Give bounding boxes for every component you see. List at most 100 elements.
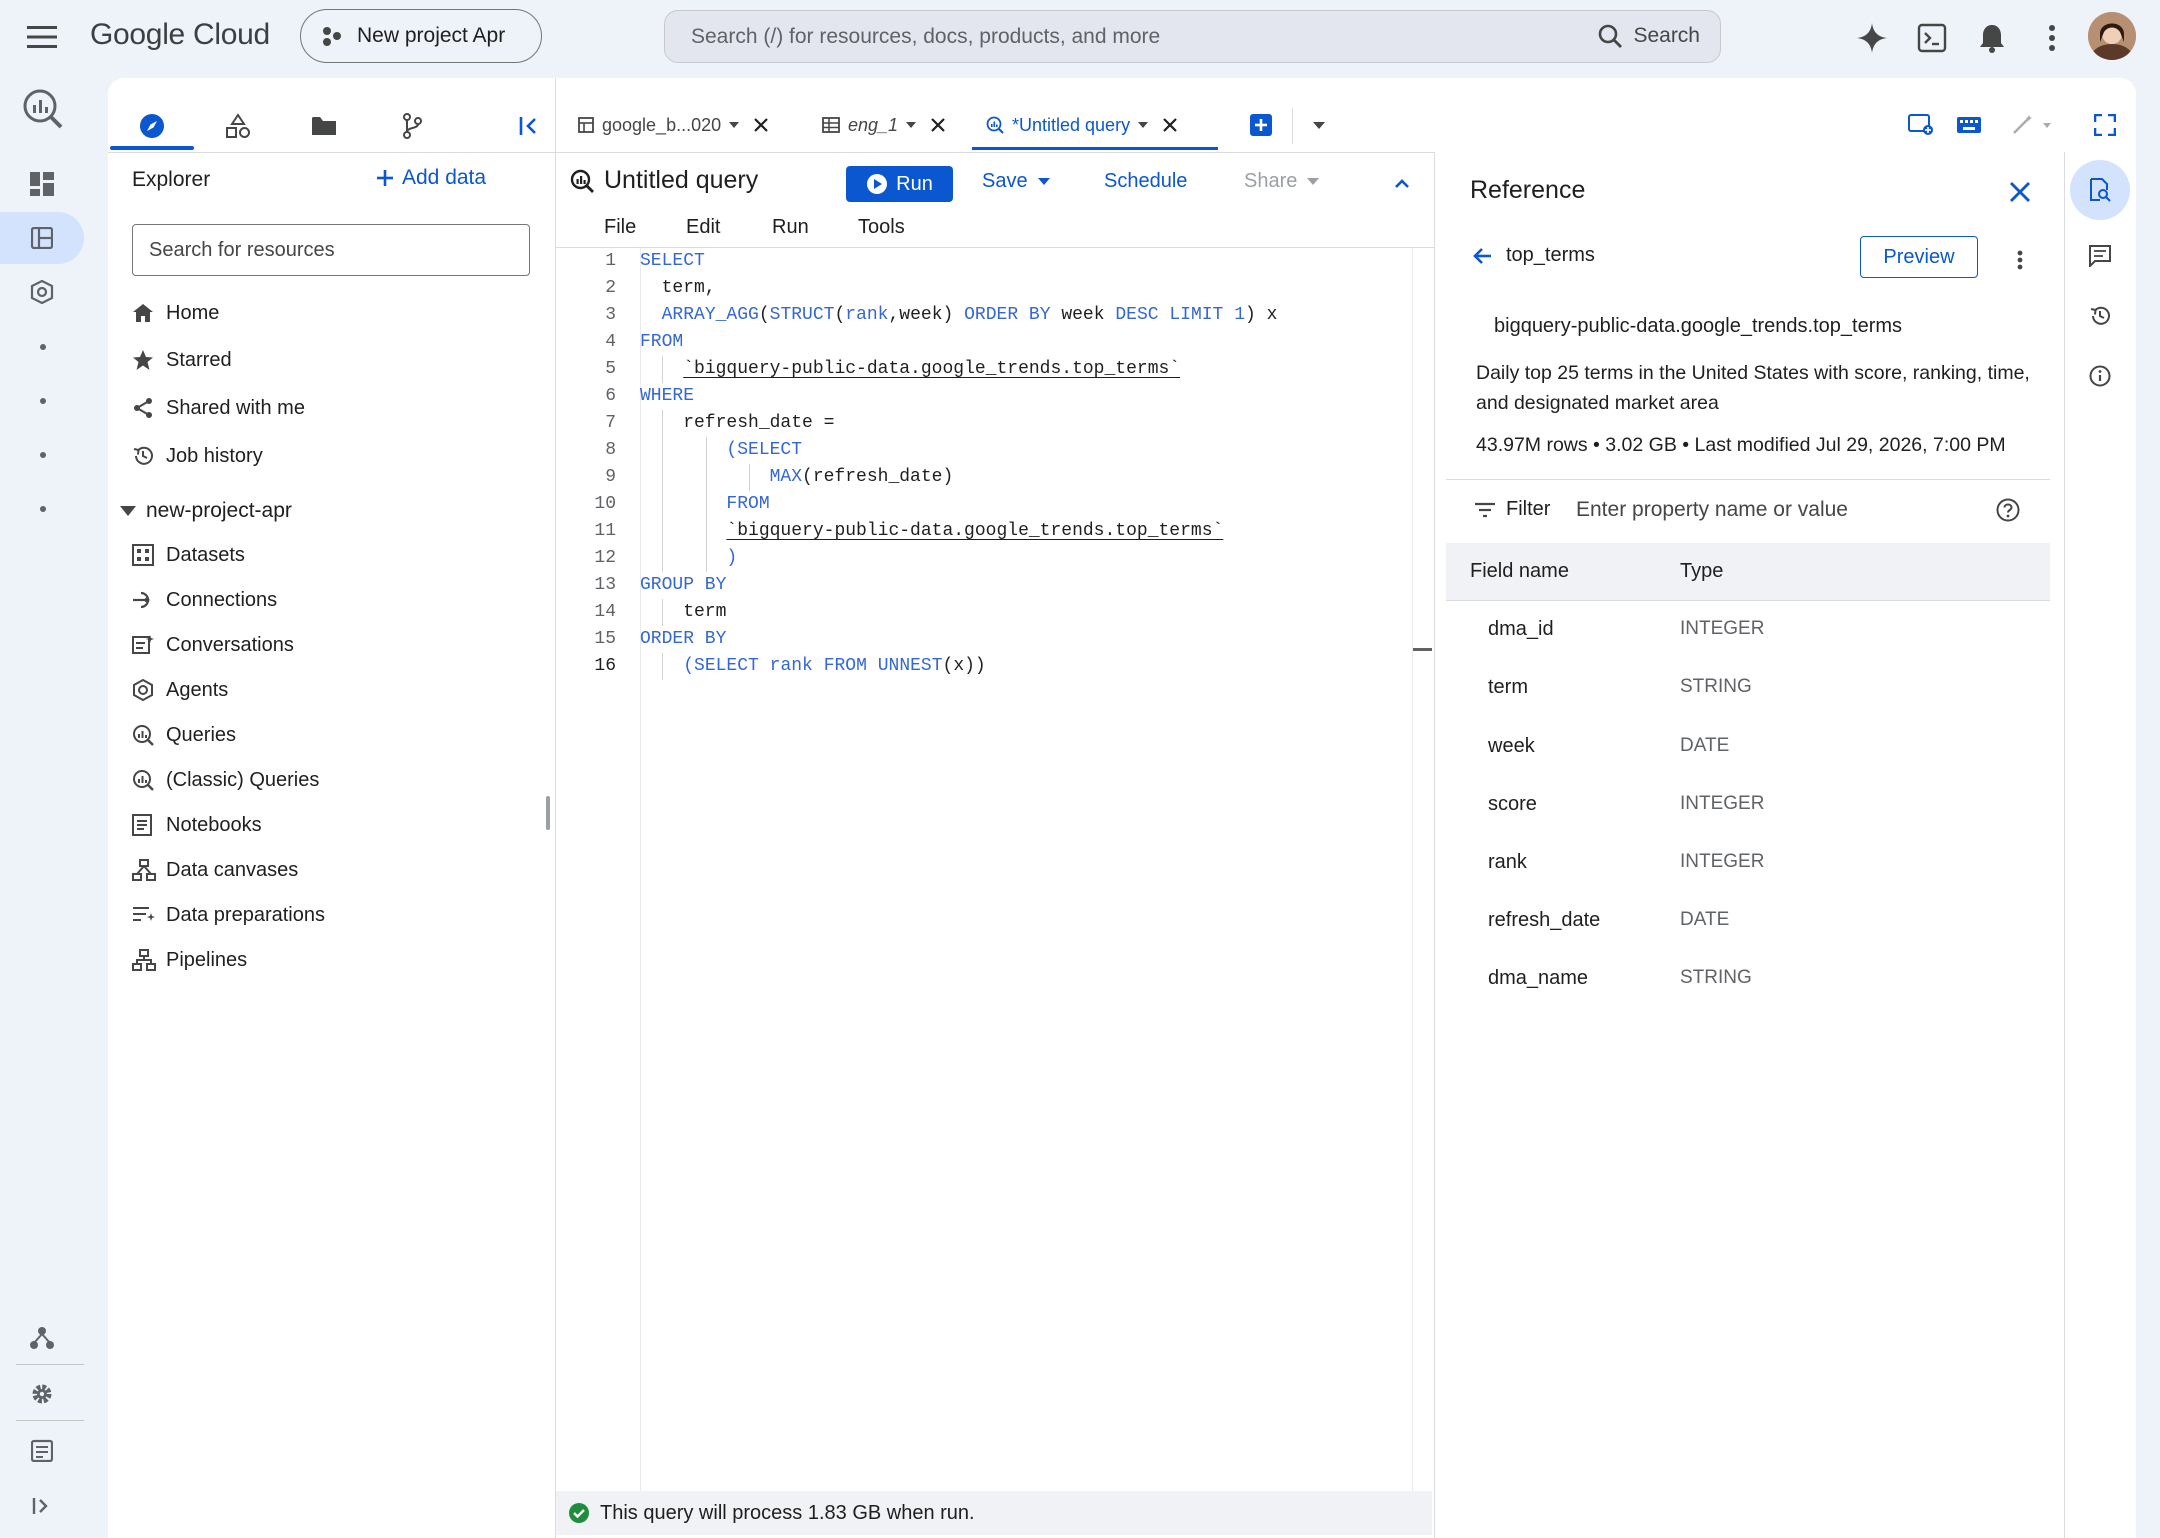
caret-down-icon[interactable] <box>1138 122 1149 128</box>
tree-item-data-preparations[interactable]: Data preparations <box>132 895 325 935</box>
explorer-tab-files[interactable] <box>282 100 366 152</box>
nav-dot-icon[interactable] <box>40 506 46 512</box>
nav-item-starred[interactable]: Starred <box>132 340 232 380</box>
schema-field-name[interactable]: refresh_date <box>1488 909 1600 932</box>
pipeline-icon <box>132 949 156 971</box>
close-tab-icon[interactable] <box>930 117 946 133</box>
nav-item-shared-with-me[interactable]: Shared with me <box>132 388 305 428</box>
tab-label: google_b...020 <box>602 114 722 135</box>
menu-tools[interactable]: Tools <box>858 216 905 239</box>
gemini-sparkle-icon[interactable] <box>1852 18 1892 58</box>
nav-item-job-history[interactable]: Job history <box>132 436 263 476</box>
menu-file[interactable]: File <box>604 216 636 239</box>
nav-dot-icon[interactable] <box>40 398 46 404</box>
cloud-shell-icon[interactable] <box>1912 18 1952 58</box>
expand-menu-icon[interactable] <box>16 1484 68 1528</box>
dashboard-nav-icon[interactable] <box>16 162 68 206</box>
keyboard-shortcuts-icon[interactable] <box>1952 110 1986 140</box>
reference-back-button[interactable]: top_terms <box>1472 244 1595 267</box>
new-query-tab-icon[interactable] <box>1246 110 1276 140</box>
governance-nav-icon[interactable] <box>16 270 68 314</box>
tab-eng-1[interactable]: eng_1 <box>822 104 946 146</box>
caret-down-icon <box>120 506 136 516</box>
tree-item-label: Pipelines <box>166 948 248 971</box>
tree-item-data-canvases[interactable]: Data canvases <box>132 850 298 890</box>
preview-button[interactable]: Preview <box>1860 236 1978 278</box>
tab-google-trends-table[interactable]: google_b...020 <box>578 104 769 146</box>
resource-search-input[interactable]: Search for resources <box>132 224 530 276</box>
info-icon[interactable] <box>2086 362 2114 390</box>
add-data-button[interactable]: Add data <box>376 166 486 190</box>
share-button[interactable]: Share <box>1244 170 1320 193</box>
project-picker-button[interactable]: New project Apr <box>300 9 542 63</box>
close-tab-icon[interactable] <box>753 117 769 133</box>
schema-field-name[interactable]: term <box>1488 676 1528 699</box>
schedule-button[interactable]: Schedule <box>1104 170 1187 193</box>
schema-field-type: STRING <box>1680 967 1752 988</box>
reference-title: Reference <box>1470 176 1586 204</box>
global-search-input[interactable]: Search (/) for resources, docs, products… <box>664 10 1721 63</box>
save-button[interactable]: Save <box>982 170 1050 193</box>
share-button-label: Share <box>1244 170 1298 192</box>
caret-down-icon[interactable] <box>906 122 917 128</box>
schema-field-name[interactable]: week <box>1488 735 1535 758</box>
tree-item-label: Datasets <box>166 543 245 566</box>
tree-item-notebooks[interactable]: Notebooks <box>132 805 262 845</box>
comments-icon[interactable] <box>2086 242 2114 270</box>
reference-more-icon[interactable] <box>2006 246 2034 274</box>
run-button[interactable]: Run <box>846 166 953 202</box>
notifications-bell-icon[interactable] <box>1972 18 2012 58</box>
release-notes-icon[interactable] <box>16 1428 68 1472</box>
query-icon <box>133 725 154 746</box>
code-line: SELECT <box>640 251 705 271</box>
schema-field-name[interactable]: dma_id <box>1488 618 1554 641</box>
project-picker-label: New project Apr <box>357 24 506 47</box>
explorer-tab-repositories[interactable] <box>370 100 454 152</box>
settings-gear-icon[interactable] <box>16 1372 68 1416</box>
table-description: Daily top 25 terms in the United States … <box>1476 362 2030 414</box>
menu-edit[interactable]: Edit <box>686 216 720 239</box>
tree-item-label: Queries <box>166 723 237 746</box>
version-history-icon[interactable] <box>2086 302 2114 330</box>
tree-item-pipelines[interactable]: Pipelines <box>132 940 247 980</box>
more-options-vertical-icon[interactable] <box>2032 18 2072 58</box>
query-validation-status: This query will process 1.83 GB when run… <box>556 1491 1432 1535</box>
nav-item-home[interactable]: Home <box>132 293 219 333</box>
explorer-tab-classic[interactable] <box>196 100 280 152</box>
tree-item-agents[interactable]: Agents <box>132 670 228 710</box>
help-icon[interactable] <box>1994 496 2022 524</box>
schema-field-name[interactable]: score <box>1488 793 1537 816</box>
schema-field-name[interactable]: dma_name <box>1488 967 1588 990</box>
tree-item-queries[interactable]: Queries <box>132 715 236 755</box>
tree-item-classic-queries[interactable]: (Classic) Queries <box>132 760 319 800</box>
split-view-icon[interactable] <box>1904 110 1938 140</box>
schema-field-name[interactable]: rank <box>1488 851 1527 874</box>
schema-filter-input[interactable]: Enter property name or value <box>1576 498 1848 522</box>
editor-scrollbar-track[interactable] <box>1412 248 1413 1491</box>
nav-dot-icon[interactable] <box>40 344 46 350</box>
project-tree-node[interactable]: new-project-apr <box>120 491 292 531</box>
menu-run[interactable]: Run <box>772 216 809 239</box>
collapse-explorer-icon[interactable] <box>512 106 548 146</box>
tree-item-connections[interactable]: Connections <box>132 580 277 620</box>
caret-down-icon[interactable] <box>729 122 740 128</box>
migration-nav-icon[interactable] <box>16 1316 68 1360</box>
tree-item-conversations[interactable]: Conversations <box>132 625 294 665</box>
bigquery-product-icon[interactable] <box>16 86 68 130</box>
global-search-button[interactable]: Search <box>1597 23 1700 49</box>
fullscreen-icon[interactable] <box>2088 110 2122 140</box>
edit-magic-icon[interactable] <box>2008 110 2058 140</box>
user-avatar[interactable] <box>2088 12 2136 60</box>
tree-item-datasets[interactable]: Datasets <box>132 535 245 575</box>
close-reference-icon[interactable] <box>2004 176 2036 208</box>
query-icon <box>570 169 594 193</box>
tab-untitled-query[interactable]: *Untitled query <box>986 104 1178 146</box>
explorer-tab-explore[interactable] <box>110 100 194 152</box>
nav-dot-icon[interactable] <box>40 452 46 458</box>
google-cloud-logo[interactable]: Google Cloud <box>90 18 270 52</box>
more-tabs-caret-icon[interactable] <box>1306 112 1332 138</box>
collapse-editor-chevron-icon[interactable] <box>1386 170 1418 198</box>
explorer-resize-handle[interactable] <box>546 796 550 830</box>
main-menu-icon[interactable] <box>22 20 62 54</box>
close-tab-icon[interactable] <box>1162 117 1178 133</box>
